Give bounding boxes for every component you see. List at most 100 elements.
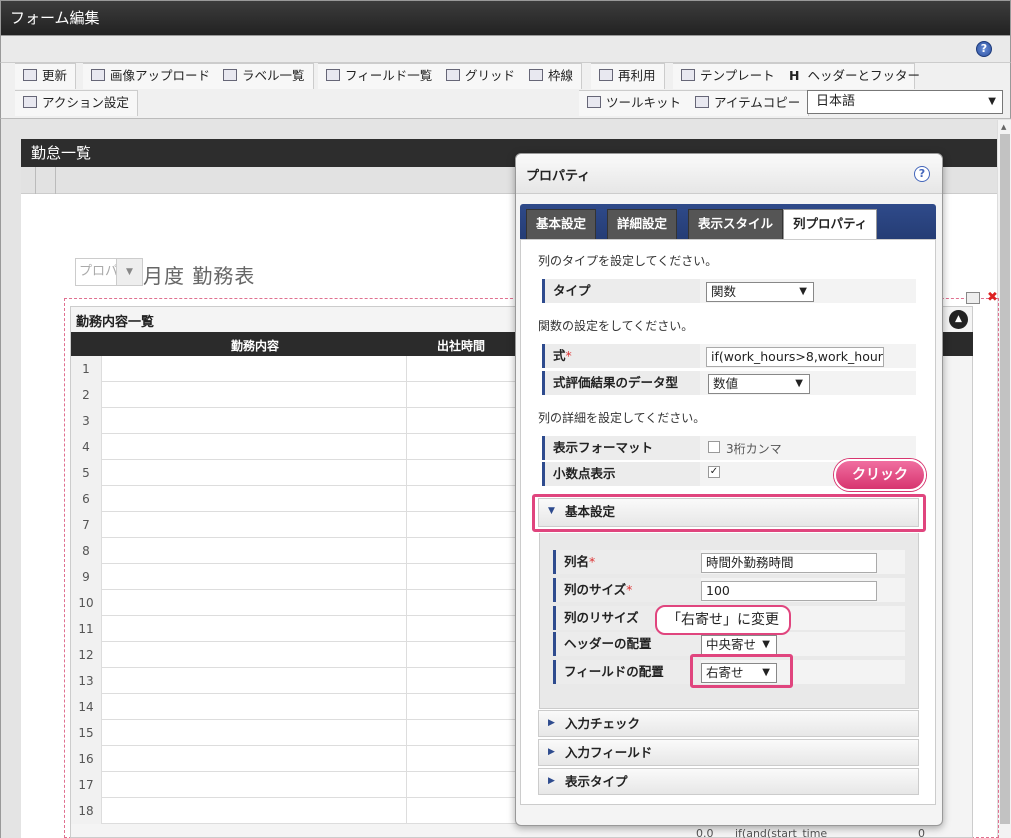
item-copy-button[interactable]: アイテムコピー <box>687 90 810 116</box>
cell-formula: if(and(start_time <box>735 827 828 838</box>
help-bar: ? <box>0 36 1011 63</box>
document-icon <box>599 69 613 81</box>
row-number: 5 <box>71 460 102 486</box>
chevron-down-icon: ▼ <box>795 378 803 389</box>
row-number: 4 <box>71 434 102 460</box>
row-number: 2 <box>71 382 102 408</box>
language-select[interactable]: 日本語 ▼ <box>807 90 1003 114</box>
image-upload-button[interactable]: 画像アップロード <box>83 63 220 89</box>
row-number: 16 <box>71 746 102 772</box>
row-number: 14 <box>71 694 102 720</box>
header-footer-icon: H <box>789 68 800 83</box>
row-number: 18 <box>71 798 102 824</box>
table-title: 勤務内容一覧 <box>76 315 155 330</box>
cell-value: 0.0 <box>696 827 714 838</box>
row-number: 11 <box>71 616 102 642</box>
period-title: 月度 勤務表 <box>143 264 256 288</box>
column-name-input[interactable]: 時間外勤務時間 <box>701 553 877 573</box>
template-button[interactable]: テンプレート <box>673 63 784 89</box>
header-align-select[interactable]: 中央寄せ ▼ <box>701 635 777 655</box>
chevron-down-icon: ▼ <box>762 639 770 650</box>
update-icon <box>23 69 37 81</box>
row-number: 8 <box>71 538 102 564</box>
formula-input[interactable]: if(work_hours>8,work_hours-8, <box>706 347 884 367</box>
type-label: タイプ <box>542 279 700 303</box>
type-select[interactable]: 関数 ▼ <box>706 282 814 302</box>
border-button[interactable]: 枠線 <box>521 63 583 89</box>
click-callout: クリック <box>834 459 926 491</box>
column-header-work[interactable]: 勤務内容 <box>231 337 279 354</box>
tab-display-style[interactable]: 表示スタイル <box>688 209 784 239</box>
collapse-icon[interactable]: ▲ <box>949 310 968 329</box>
column-name-label: 列名* <box>553 550 701 574</box>
row-number: 7 <box>71 512 102 538</box>
update-button[interactable]: 更新 <box>15 63 77 89</box>
form-subheader-divider <box>35 167 56 194</box>
table-settings-icon[interactable] <box>966 292 980 304</box>
result-type-select[interactable]: 数値 ▼ <box>708 374 810 394</box>
tab-detail-settings[interactable]: 詳細設定 <box>607 209 678 239</box>
tab-basic-settings[interactable]: 基本設定 <box>526 209 597 239</box>
vertical-scrollbar[interactable]: ▲ <box>997 120 1011 838</box>
scroll-up-icon[interactable]: ▲ <box>1001 123 1006 131</box>
help-icon[interactable]: ? <box>976 41 992 57</box>
column-header-start-time[interactable]: 出社時間 <box>437 337 485 354</box>
required-mark: * <box>565 348 572 363</box>
display-type-section[interactable]: ▶ 表示タイプ <box>538 768 919 795</box>
action-settings-button[interactable]: アクション設定 <box>15 90 138 116</box>
row-number: 12 <box>71 642 102 668</box>
property-tabs: 基本設定 詳細設定 表示スタイル 列プロパティ <box>520 204 936 239</box>
property-panel-header[interactable]: プロパティ ? <box>516 154 942 194</box>
image-icon <box>91 69 105 81</box>
thousands-separator-label: 3桁カンマ <box>726 442 782 456</box>
row-number: 13 <box>71 668 102 694</box>
formula-label: 式* <box>542 344 700 368</box>
chevron-right-icon: ▶ <box>548 718 555 728</box>
header-align-label: ヘッダーの配置 <box>553 632 701 656</box>
chevron-right-icon: ▶ <box>548 776 555 786</box>
row-number: 15 <box>71 720 102 746</box>
delete-icon[interactable]: ✖ <box>987 290 998 305</box>
thousands-separator-checkbox[interactable] <box>708 441 720 453</box>
column-size-label: 列のサイズ* <box>553 578 701 602</box>
label-list-button[interactable]: ラベル一覧 <box>215 63 314 89</box>
scroll-thumb[interactable] <box>1000 134 1010 824</box>
align-highlight <box>690 654 793 688</box>
reuse-button[interactable]: 再利用 <box>591 63 665 89</box>
grid-icon <box>446 69 460 81</box>
row-number: 9 <box>71 564 102 590</box>
period-select[interactable]: プロパ ▼ <box>75 258 143 286</box>
input-check-section[interactable]: ▶ 入力チェック <box>538 710 919 737</box>
window-title: フォーム編集 <box>0 0 1011 36</box>
change-callout: 「右寄せ」に変更 <box>655 605 791 635</box>
header-footer-button[interactable]: H ヘッダーとフッター <box>781 63 920 89</box>
list-icon <box>223 69 237 81</box>
cell-value: 0 <box>918 827 925 838</box>
result-type-label: 式評価結果のデータ型 <box>542 371 700 395</box>
display-format-label: 表示フォーマット <box>542 436 700 460</box>
function-note: 関数の設定をしてください。 <box>538 319 694 333</box>
type-note: 列のタイプを設定してください。 <box>538 254 718 268</box>
column-size-input[interactable]: 100 <box>701 581 877 601</box>
input-field-section[interactable]: ▶ 入力フィールド <box>538 739 919 766</box>
chevron-right-icon: ▶ <box>548 747 555 757</box>
decimal-checkbox[interactable]: ✓ <box>708 466 720 478</box>
tab-column-properties[interactable]: 列プロパティ <box>783 209 878 239</box>
list-icon <box>326 69 340 81</box>
row-number: 6 <box>71 486 102 512</box>
toolkit-button[interactable]: ツールキット <box>579 90 691 116</box>
row-number: 3 <box>71 408 102 434</box>
click-highlight <box>532 494 926 532</box>
toolbar: 更新 画像アップロード ラベル一覧 フィールド一覧 グリッド 枠線 再利用 テン… <box>0 63 1011 119</box>
detail-note: 列の詳細を設定してください。 <box>538 411 706 425</box>
field-align-label: フィールドの配置 <box>553 660 701 684</box>
chevron-down-icon: ▼ <box>799 286 807 297</box>
grid-button[interactable]: グリッド <box>438 63 525 89</box>
property-panel-title: プロパティ <box>526 169 591 184</box>
row-number: 17 <box>71 772 102 798</box>
chevron-down-icon: ▼ <box>116 259 142 285</box>
chevron-down-icon: ▼ <box>988 96 996 107</box>
field-list-button[interactable]: フィールド一覧 <box>318 63 442 89</box>
help-icon[interactable]: ? <box>914 166 930 182</box>
row-number: 10 <box>71 590 102 616</box>
